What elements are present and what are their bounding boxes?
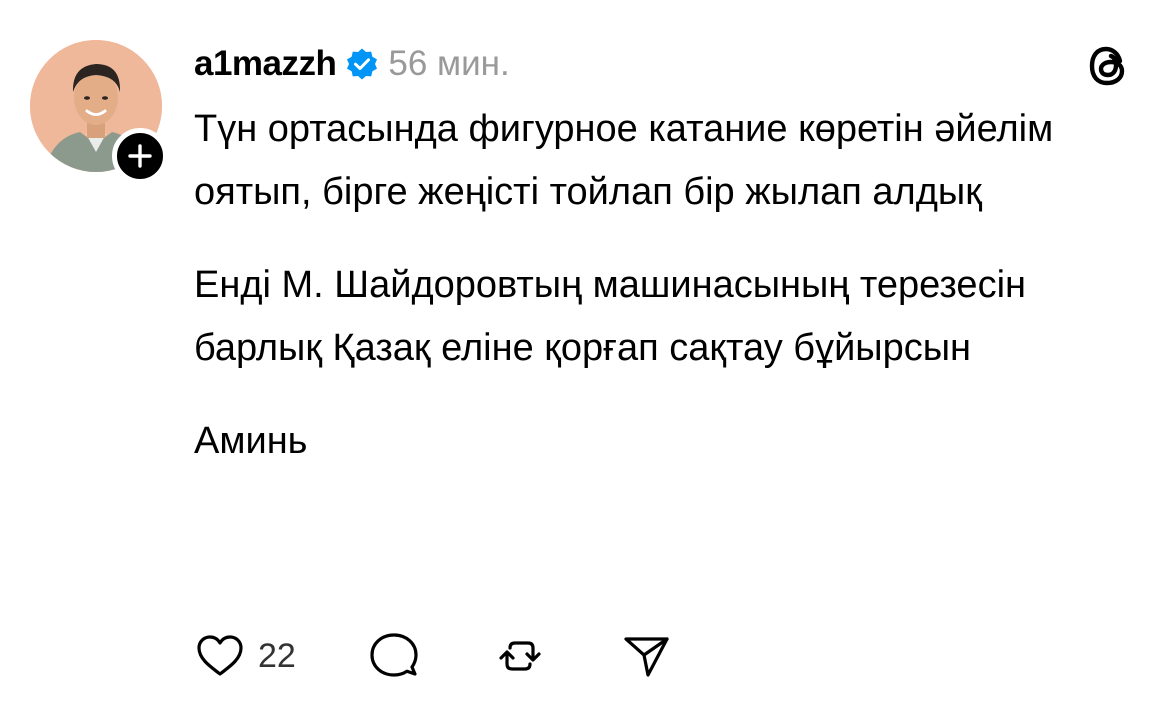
heart-icon (197, 635, 243, 676)
comment-bubble-icon (370, 633, 418, 677)
repost-button[interactable] (492, 626, 548, 686)
post-header: a1mazzh 56 мин. (194, 40, 510, 88)
username[interactable]: a1mazzh (194, 44, 337, 84)
repost-icon (499, 641, 541, 671)
avatar-container[interactable] (30, 40, 168, 184)
follow-button[interactable] (112, 128, 168, 184)
post-body: Түн ортасында фигурное катание көретін ә… (194, 98, 1154, 503)
plus-icon (128, 144, 152, 168)
post-actions: 22 (192, 626, 674, 686)
post-paragraph: Аминь (194, 420, 308, 462)
send-icon (624, 637, 669, 677)
post-paragraph: Түн ортасында фигурное катание көретін ә… (194, 108, 1054, 213)
verified-badge-icon (347, 48, 378, 80)
post-paragraph: Енді М. Шайдоровтың машинасының терезесі… (194, 264, 1026, 369)
share-button[interactable] (618, 626, 674, 686)
threads-post: a1mazzh 56 мин. Түн ортасында фигурное к… (0, 0, 1170, 720)
threads-logo-icon[interactable] (1085, 42, 1133, 90)
comment-button[interactable] (366, 626, 422, 686)
like-button[interactable]: 22 (192, 626, 296, 686)
like-count: 22 (258, 636, 296, 675)
post-timestamp: 56 мин. (388, 44, 510, 83)
